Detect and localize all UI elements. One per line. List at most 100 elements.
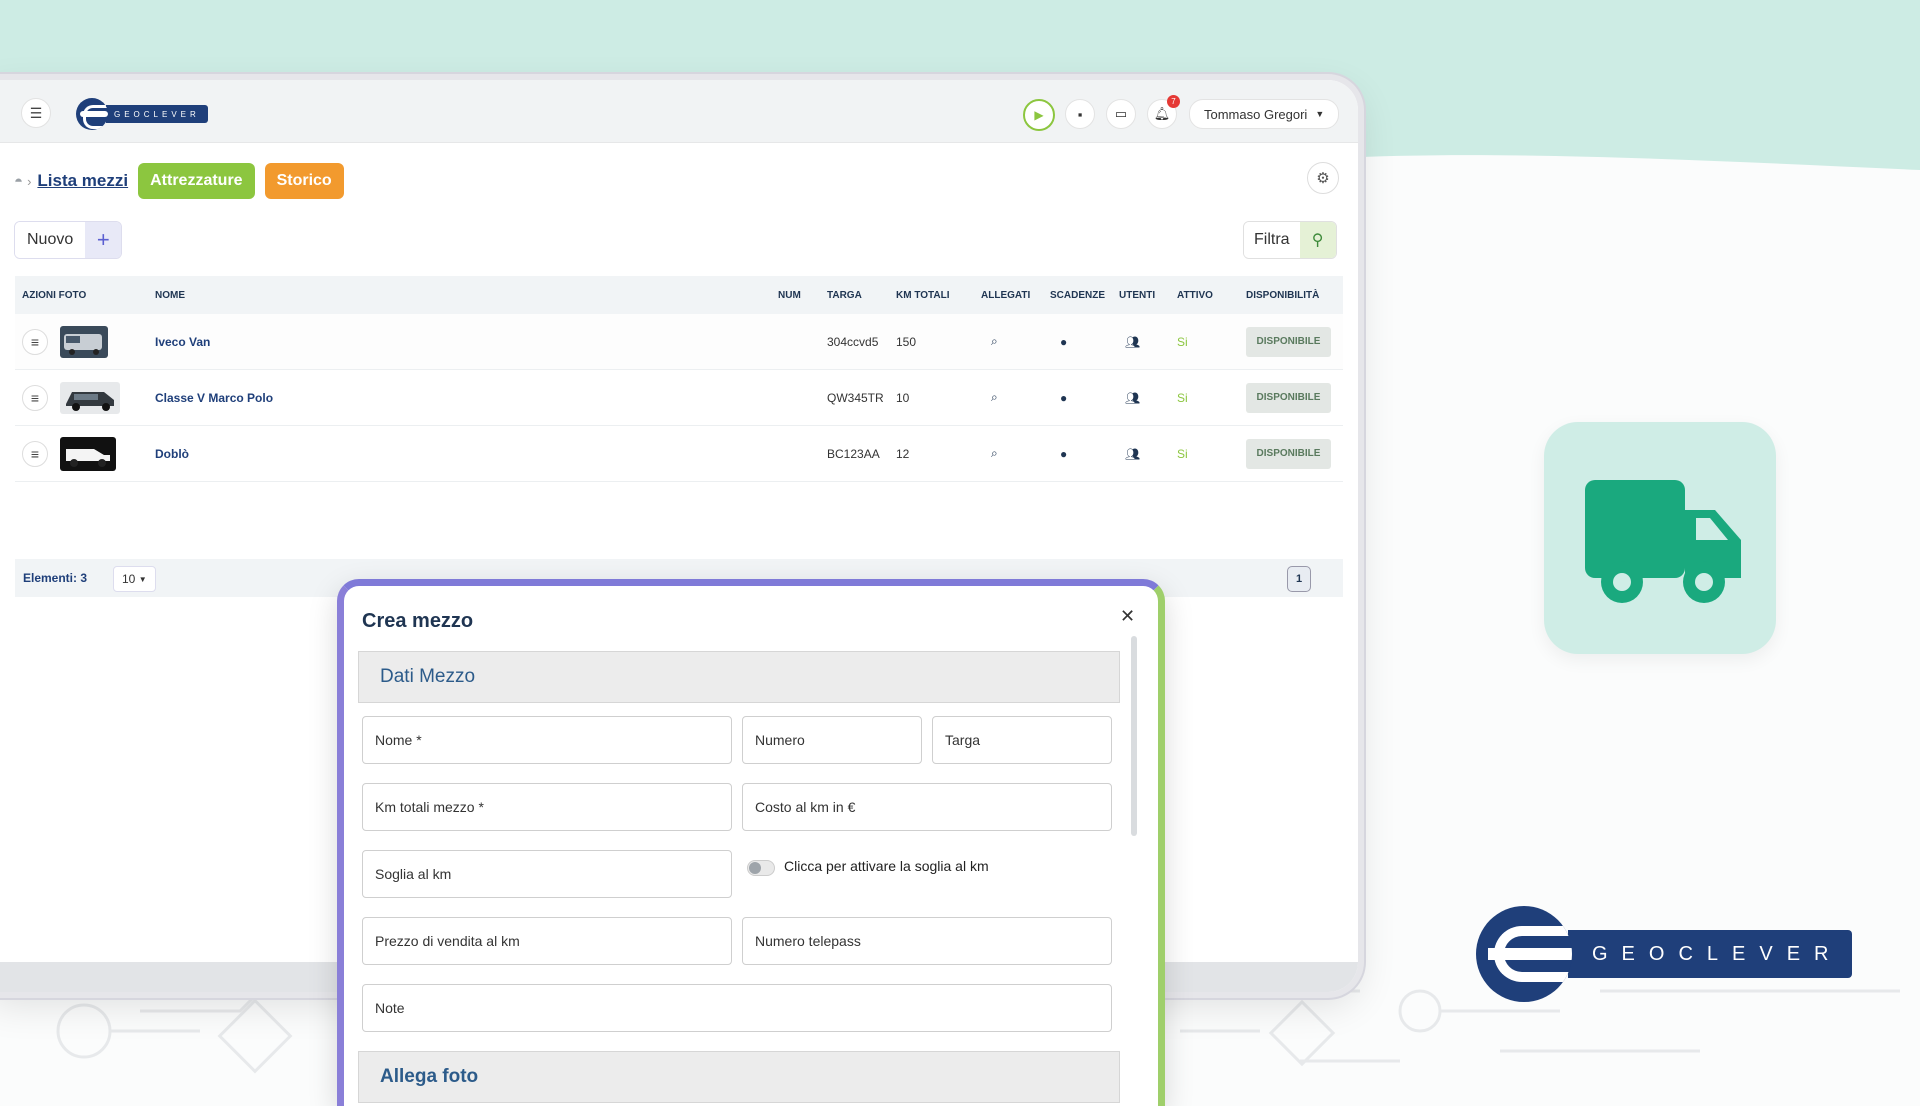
clock-icon[interactable]: ●	[1060, 391, 1067, 405]
tab-attrezzature[interactable]: Attrezzature	[138, 163, 255, 199]
table-header: AZIONI FOTO NOME NUM TARGA KM TOTALI ALL…	[15, 276, 1343, 314]
disponibilita-badge: DISPONIBILE	[1246, 382, 1331, 413]
top-bar: ☰ GEOCLEVER ▶ ▪ ▭ 🔔︎ 7 Tommaso Gregori ▼	[0, 80, 1358, 143]
clock-icon[interactable]: ●	[1060, 335, 1067, 349]
geoclever-logo: GEOCLEVER	[76, 98, 208, 130]
row-actions-icon[interactable]: ≡	[22, 328, 48, 355]
nome-placeholder: Nome *	[375, 732, 422, 748]
disponibilita-badge: DISPONIBILE	[1246, 438, 1331, 469]
soglia-km-placeholder: Soglia al km	[375, 866, 452, 882]
header-targa[interactable]: TARGA	[827, 290, 862, 301]
play-icon[interactable]: ▶	[1023, 99, 1055, 131]
vehicle-km: 12	[896, 446, 910, 461]
search-icon: ⚲	[1299, 222, 1336, 258]
section-title: Dati Mezzo	[380, 666, 476, 687]
modal-title: Crea mezzo	[362, 610, 474, 632]
vehicle-km: 10	[896, 390, 910, 405]
menu-toggle-icon[interactable]: ☰	[21, 98, 51, 128]
header-azioni-foto: AZIONI FOTO	[22, 289, 87, 301]
vehicle-km: 150	[896, 334, 917, 349]
numero-placeholder: Numero	[755, 732, 805, 748]
section-title: Allega foto	[380, 1066, 479, 1087]
filtra-button[interactable]: Filtra ⚲	[1243, 221, 1337, 259]
bell-icon[interactable]: 🔔︎ 7	[1147, 95, 1180, 129]
monitor-icon[interactable]: ▭	[1106, 99, 1136, 129]
page-size-value: 10	[122, 572, 136, 586]
geoclever-logo-large: GEOCLEVER	[1476, 906, 1853, 1002]
costo-km-field[interactable]: Costo al km in €	[742, 783, 1112, 831]
attivo-value: Si	[1177, 446, 1188, 461]
disponibilita-badge: DISPONIBILE	[1246, 326, 1331, 357]
section-dati-mezzo: Dati Mezzo	[358, 651, 1120, 703]
users-icon[interactable]: 👥︎	[1125, 335, 1140, 349]
logo-mark	[1476, 906, 1572, 1002]
breadcrumb: ◓ › Lista mezzi Attrezzature Storico	[14, 163, 344, 199]
vehicle-name[interactable]: Classe V Marco Polo	[155, 391, 273, 405]
header-nome[interactable]: NOME	[155, 290, 185, 301]
note-field[interactable]: Note	[362, 984, 1112, 1032]
prezzo-vendita-field[interactable]: Prezzo di vendita al km	[362, 917, 732, 965]
page-size-select[interactable]: 10 ▼	[113, 566, 156, 592]
row-actions-icon[interactable]: ≡	[22, 440, 48, 467]
table-row[interactable]: ≡ Doblò BC123AA 12 ⌕ ● 👥︎ Si DISPONIBILE	[15, 426, 1343, 482]
vehicle-photo	[60, 381, 120, 414]
targa-field[interactable]: Targa	[932, 716, 1112, 764]
dashboard-icon[interactable]: ◓	[14, 173, 23, 190]
table-row[interactable]: ≡ Iveco Van 304ccvd5 150 ⌕ ● 👥︎ Si DISPO…	[15, 314, 1343, 370]
table-row[interactable]: ≡ Classe V Marco Polo QW345TR 10 ⌕ ● 👥︎ …	[15, 370, 1343, 426]
user-menu-button[interactable]: Tommaso Gregori ▼	[1189, 99, 1340, 129]
header-allegati: ALLEGATI	[981, 289, 1031, 301]
nuovo-label: Nuovo	[15, 222, 86, 258]
notification-badge: 7	[1167, 95, 1180, 108]
gear-icon[interactable]: ⚙	[1307, 162, 1339, 194]
header-utenti: UTENTI	[1119, 289, 1156, 301]
vehicle-name[interactable]: Doblò	[155, 447, 189, 461]
close-icon[interactable]: ✕	[1120, 606, 1135, 627]
clock-icon[interactable]: ●	[1060, 447, 1067, 461]
km-totali-field[interactable]: Km totali mezzo *	[362, 783, 732, 831]
pagination-page[interactable]: 1	[1287, 566, 1311, 592]
attivo-value: Si	[1177, 334, 1188, 349]
vehicles-table: AZIONI FOTO NOME NUM TARGA KM TOTALI ALL…	[15, 276, 1343, 482]
header-scadenze: SCADENZE	[1050, 289, 1106, 301]
vehicle-photo	[60, 325, 108, 358]
paperclip-icon[interactable]: ⌕	[991, 446, 998, 461]
header-km-totali[interactable]: KM TOTALI	[896, 290, 950, 301]
page-title[interactable]: Lista mezzi	[37, 171, 128, 191]
truck-icon	[1585, 480, 1741, 603]
paperclip-icon[interactable]: ⌕	[991, 390, 998, 405]
note-placeholder: Note	[375, 1000, 405, 1016]
tab-storico[interactable]: Storico	[264, 163, 344, 199]
users-icon[interactable]: 👥︎	[1125, 447, 1140, 461]
user-name: Tommaso Gregori	[1204, 106, 1308, 122]
elements-count: Elementi: 3	[23, 571, 88, 585]
logo-text: GEOCLEVER	[106, 105, 208, 123]
nuovo-button[interactable]: Nuovo +	[14, 221, 123, 259]
soglia-km-field[interactable]: Soglia al km	[362, 850, 732, 898]
paperclip-icon[interactable]: ⌕	[991, 334, 998, 349]
numero-field[interactable]: Numero	[742, 716, 922, 764]
header-num[interactable]: NUM	[778, 290, 801, 301]
targa-placeholder: Targa	[945, 732, 981, 748]
section-allega-foto: Allega foto	[358, 1051, 1120, 1103]
vehicle-targa: BC123AA	[827, 446, 880, 461]
row-actions-icon[interactable]: ≡	[22, 384, 48, 411]
modal-scrollbar[interactable]	[1131, 636, 1137, 836]
logo-mark	[76, 98, 108, 130]
vehicle-name[interactable]: Iveco Van	[155, 335, 210, 349]
numero-telepass-field[interactable]: Numero telepass	[742, 917, 1112, 965]
logo-text: GEOCLEVER	[1568, 930, 1853, 978]
header-disponibilita[interactable]: DISPONIBILITÀ	[1246, 290, 1319, 301]
users-icon[interactable]: 👥︎	[1125, 391, 1140, 405]
breadcrumb-separator: ›	[27, 173, 32, 189]
numero-telepass-placeholder: Numero telepass	[755, 933, 861, 949]
plus-icon: +	[85, 222, 122, 258]
chevron-down-icon: ▼	[138, 574, 147, 584]
chat-icon[interactable]: ▪	[1065, 99, 1095, 129]
truck-card	[1544, 422, 1776, 654]
soglia-toggle[interactable]	[747, 860, 775, 876]
header-attivo[interactable]: ATTIVO	[1177, 290, 1213, 301]
toggle-label: Clicca per attivare la soglia al km	[784, 858, 989, 874]
chevron-down-icon: ▼	[1315, 109, 1325, 119]
nome-field[interactable]: Nome *	[362, 716, 732, 764]
